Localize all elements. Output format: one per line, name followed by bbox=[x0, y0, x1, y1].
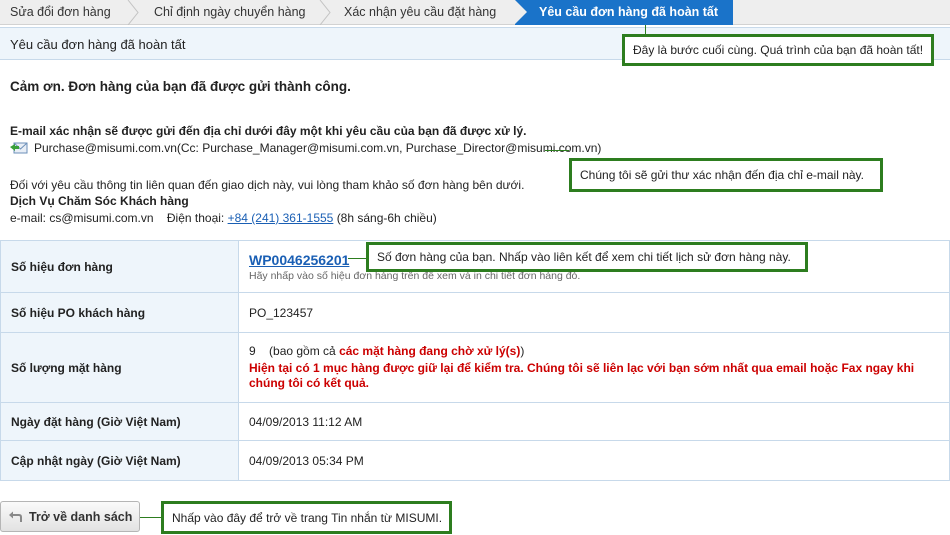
callout-connector bbox=[545, 150, 569, 151]
cs-email: e-mail: cs@misumi.com.vn bbox=[10, 211, 154, 225]
cs-phone-link[interactable]: +84 (241) 361-1555 bbox=[228, 211, 334, 225]
inquiry-note: Đối với yêu cầu thông tin liên quan đến … bbox=[10, 178, 525, 192]
email-confirmation-note: E-mail xác nhận sẽ được gửi đến địa chỉ … bbox=[10, 124, 527, 138]
table-row: Ngày đặt hàng (Giờ Việt Nam) 04/09/2013 … bbox=[0, 402, 950, 441]
customer-service-contact: e-mail: cs@misumi.com.vn Điện thoại: +84… bbox=[10, 211, 437, 225]
table-row: Số lượng mặt hàng 9 (bao gồm cả các mặt … bbox=[0, 332, 950, 403]
table-row: Cập nhật ngày (Giờ Việt Nam) 04/09/2013 … bbox=[0, 440, 950, 481]
step-modify-order: Sửa đổi đơn hàng bbox=[10, 5, 111, 19]
cs-hours: (8h sáng-6h chiều) bbox=[336, 211, 437, 225]
table-row: Số hiệu PO khách hàng PO_123457 bbox=[0, 292, 950, 333]
callout-email-sent: Chúng tôi sẽ gửi thư xác nhận đến địa ch… bbox=[569, 158, 883, 192]
callout-connector bbox=[348, 258, 366, 259]
update-date-value: 04/09/2013 05:34 PM bbox=[238, 440, 950, 481]
back-arrow-icon bbox=[9, 511, 22, 522]
progress-steps: Sửa đổi đơn hàng Chỉ định ngày chuyển hà… bbox=[0, 0, 950, 25]
quantity-label: Số lượng mặt hàng bbox=[0, 332, 239, 403]
cs-phone-label: Điện thoại: bbox=[166, 211, 225, 225]
step-separator-icon bbox=[127, 0, 139, 25]
callout-order-number-text: Số đơn hàng của bạn. Nhấp vào liên kết đ… bbox=[377, 250, 791, 264]
callout-connector bbox=[140, 517, 161, 518]
step-order-complete: Yêu cầu đơn hàng đã hoàn tất bbox=[515, 0, 733, 25]
quantity-value: 9 bbox=[249, 344, 256, 358]
mail-send-icon bbox=[10, 142, 28, 154]
step-confirm-order: Xác nhận yêu cầu đặt hàng bbox=[344, 5, 497, 19]
quantity-cell: 9 (bao gồm cả các mặt hàng đang chờ xử l… bbox=[238, 332, 950, 403]
email-address-row: Purchase@misumi.com.vn(Cc: Purchase_Mana… bbox=[10, 141, 601, 155]
order-date-label: Ngày đặt hàng (Giờ Việt Nam) bbox=[0, 402, 239, 441]
update-date-label: Cập nhật ngày (Giờ Việt Nam) bbox=[0, 440, 239, 481]
quantity-warning: Hiện tại có 1 mục hàng được giữ lại để k… bbox=[249, 361, 915, 390]
step-separator-icon bbox=[319, 0, 331, 25]
callout-email-sent-text: Chúng tôi sẽ gửi thư xác nhận đến địa ch… bbox=[580, 168, 865, 182]
callout-final-step: Đây là bước cuối cùng. Quá trình của bạn… bbox=[622, 34, 934, 66]
callout-connector bbox=[645, 25, 646, 34]
step-shipping-date: Chỉ định ngày chuyển hàng bbox=[154, 5, 306, 19]
back-to-list-button[interactable]: Trở về danh sách bbox=[0, 501, 140, 532]
order-number-link[interactable]: WP0046256201 bbox=[249, 252, 349, 268]
customer-service-title: Dịch Vụ Chăm Sóc Khách hàng bbox=[10, 194, 189, 208]
order-info-table: Số hiệu đơn hàng WP0046256201 Hãy nhấp v… bbox=[0, 240, 950, 481]
callout-back-text: Nhấp vào đây để trở về trang Tin nhắn từ… bbox=[172, 510, 443, 525]
quantity-pending: các mặt hàng đang chờ xử lý(s) bbox=[339, 344, 521, 358]
section-title: Yêu cầu đơn hàng đã hoàn tất bbox=[10, 37, 186, 52]
po-number-label: Số hiệu PO khách hàng bbox=[0, 292, 239, 333]
back-button-label: Trở về danh sách bbox=[29, 509, 133, 524]
po-number-value: PO_123457 bbox=[238, 292, 950, 333]
email-addresses: Purchase@misumi.com.vn(Cc: Purchase_Mana… bbox=[34, 141, 602, 155]
thank-you-message: Cảm ơn. Đơn hàng của bạn đã được gửi thà… bbox=[10, 79, 351, 94]
order-number-label: Số hiệu đơn hàng bbox=[0, 240, 239, 293]
quantity-close: ) bbox=[520, 344, 525, 358]
callout-back: Nhấp vào đây để trở về trang Tin nhắn từ… bbox=[161, 501, 452, 534]
order-date-value: 04/09/2013 11:12 AM bbox=[238, 402, 950, 441]
callout-order-number: Số đơn hàng của bạn. Nhấp vào liên kết đ… bbox=[366, 242, 808, 272]
callout-final-step-text: Đây là bước cuối cùng. Quá trình của bạn… bbox=[633, 43, 924, 57]
step-order-complete-label: Yêu cầu đơn hàng đã hoàn tất bbox=[539, 5, 719, 19]
quantity-including: (bao gồm cả bbox=[269, 344, 336, 358]
